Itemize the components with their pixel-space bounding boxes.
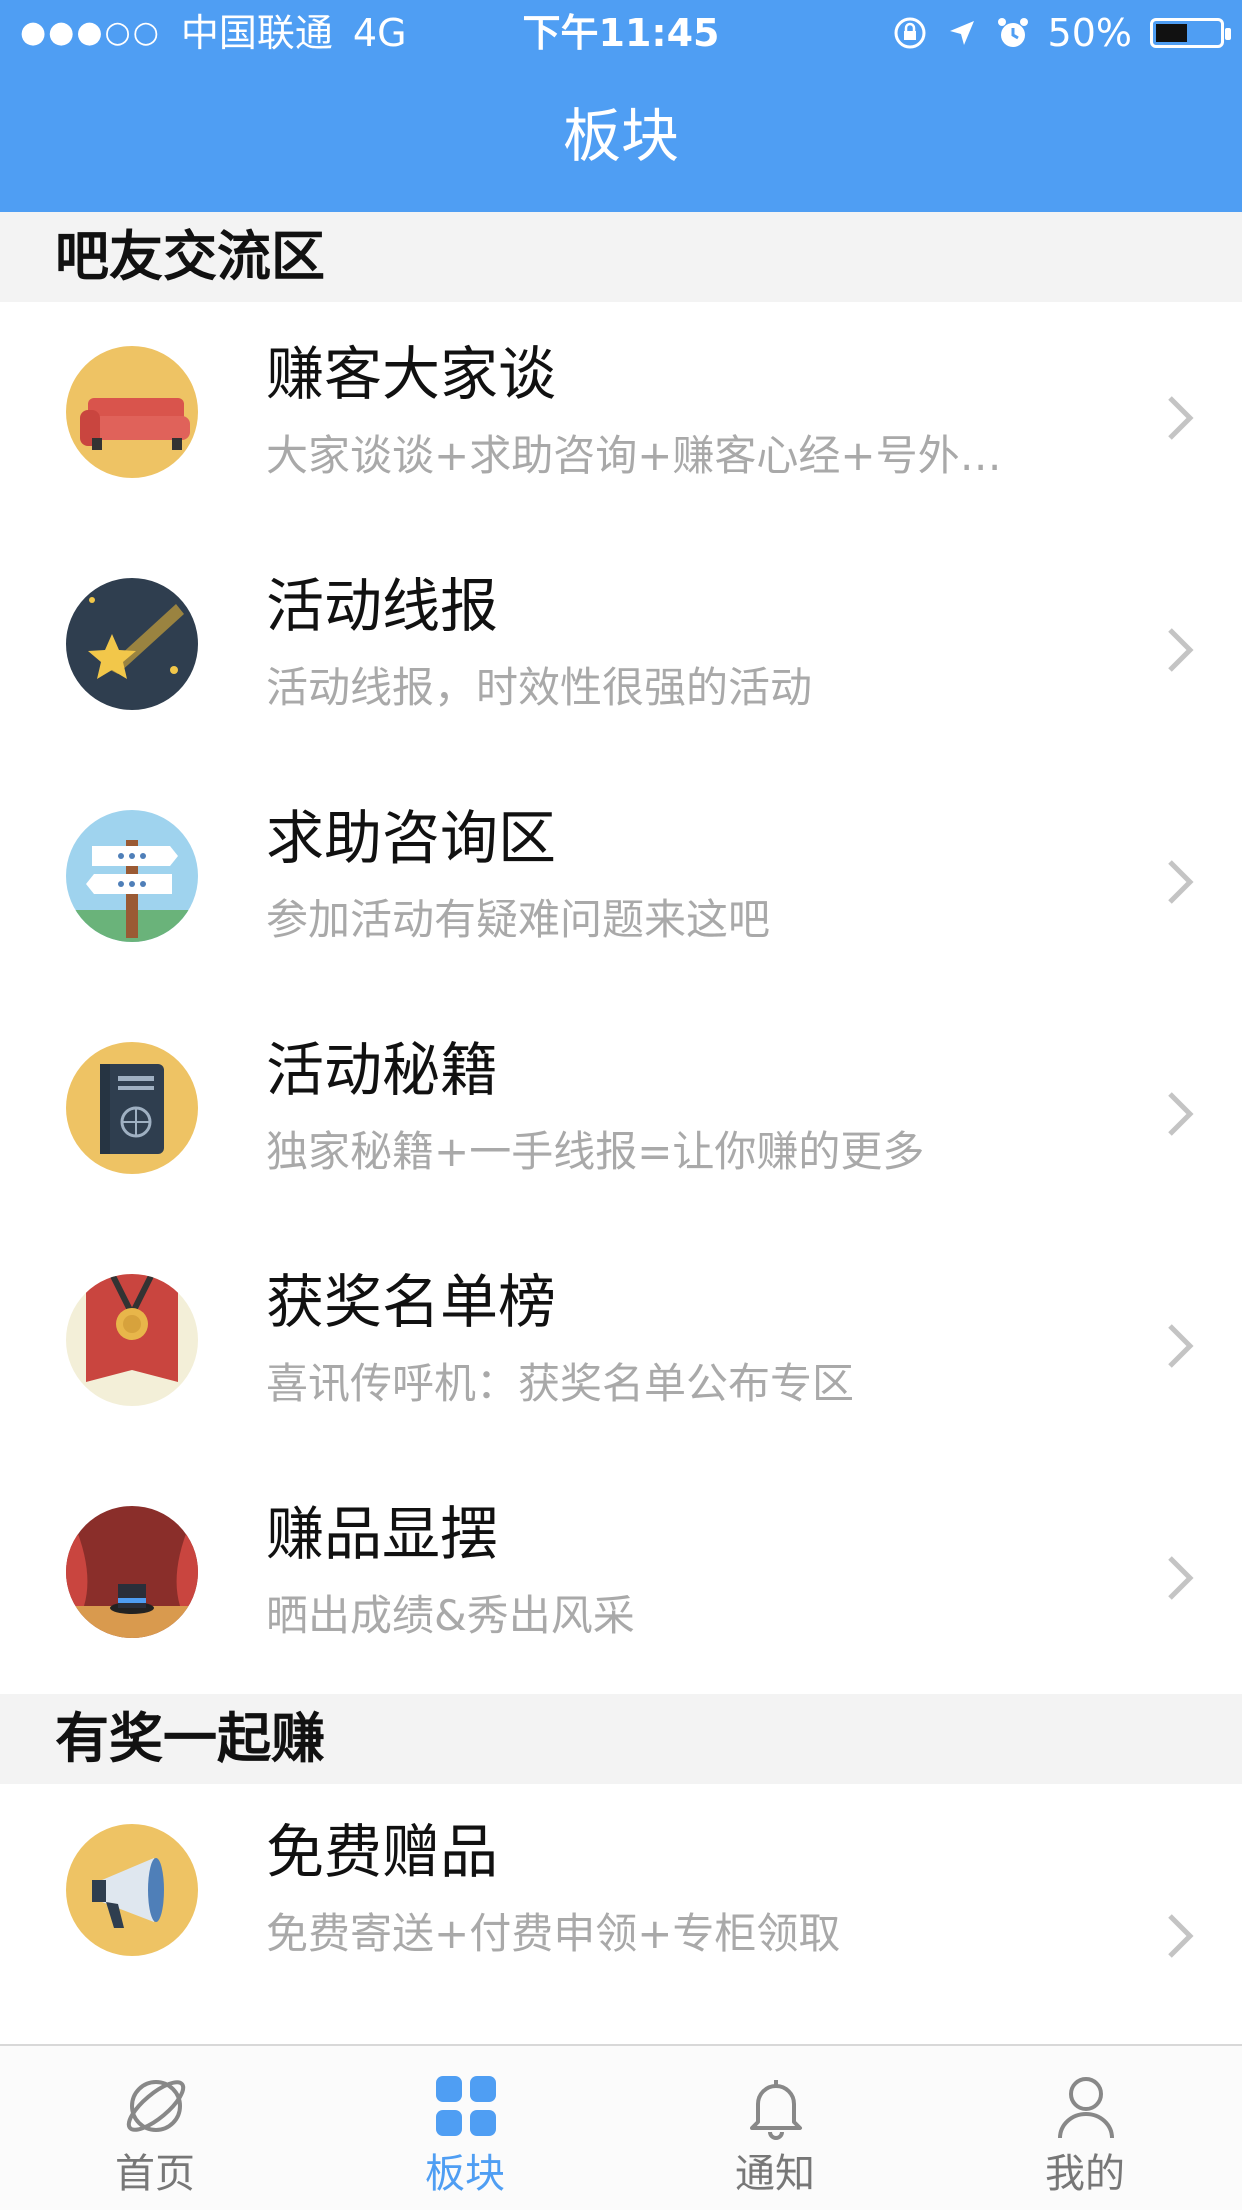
forum-desc: 晒出成绩&秀出风采 [266,1591,635,1640]
chevron-right-icon [1168,628,1194,672]
tab-label: 首页 [115,2151,195,2197]
section-header: 吧友交流区 [0,212,1242,302]
forum-row-winners[interactable]: 获奖名单榜 喜讯传呼机：获奖名单公布专区 [0,1230,1242,1462]
bell-icon [750,2080,802,2140]
forum-name: 赚客大家谈 [266,340,557,408]
forum-desc: 大家谈谈+求助咨询+赚客心经+号外… [266,431,1002,480]
forum-row-activity-news[interactable]: 活动线报 活动线报，时效性很强的活动 [0,534,1242,766]
forum-row-help[interactable]: 求助咨询区 参加活动有疑难问题来这吧 [0,766,1242,998]
forum-desc: 免费寄送+付费申领+专柜领取 [266,1909,841,1958]
forum-row-zuanke-talk[interactable]: 赚客大家谈 大家谈谈+求助咨询+赚客心经+号外… [0,302,1242,534]
forum-row-free-gifts[interactable]: 免费赠品 免费寄送+付费申领+专柜领取 [0,1784,1242,2036]
section-header: 有奖一起赚 [0,1694,1242,1784]
tab-label: 我的 [1045,2151,1125,2197]
rotation-lock-icon [894,17,926,49]
forum-desc: 活动线报，时效性很强的活动 [266,663,813,712]
status-bar: ●●●○○ 中国联通 4G 下午11:45 50% [0,0,1242,66]
location-arrow-icon [949,21,974,45]
tab-notifications[interactable]: 通知 [620,2046,930,2210]
chevron-right-icon [1168,1556,1194,1600]
forum-name: 活动线报 [266,572,499,640]
grid-icon [436,2076,496,2136]
stage-hat-icon [66,1506,198,1638]
tab-boards[interactable]: 板块 [310,2046,620,2210]
forum-name: 求助咨询区 [266,804,557,872]
medal-icon [66,1274,198,1406]
chevron-right-icon [1168,396,1194,440]
section-title: 吧友交流区 [55,225,325,288]
forum-name: 赚品显摆 [266,1500,499,1568]
tab-bar: 首页 板块 通知 我的 [0,2044,1242,2210]
sofa-icon [66,346,198,478]
alarm-clock-icon [997,18,1028,47]
forum-row-showoff[interactable]: 赚品显摆 晒出成绩&秀出风采 [0,1462,1242,1694]
page-title: 板块 [562,102,679,170]
tab-me[interactable]: 我的 [930,2046,1240,2210]
signpost-icon [66,810,198,942]
forum-row-secrets[interactable]: 活动秘籍 独家秘籍+一手线报=让你赚的更多 [0,998,1242,1230]
planet-icon [126,2080,186,2132]
shooting-star-icon [66,578,198,710]
section-title: 有奖一起赚 [55,1707,325,1770]
battery-icon [1150,18,1231,48]
tab-label: 通知 [735,2151,815,2197]
tab-home[interactable]: 首页 [0,2046,310,2210]
battery-percent: 50% [1047,11,1132,55]
passport-book-icon [66,1042,198,1174]
nav-header: ●●●○○ 中国联通 4G 下午11:45 50% 板块 [0,0,1242,212]
tab-label: 板块 [425,2151,505,2197]
forum-desc: 独家秘籍+一手线报=让你赚的更多 [266,1127,925,1176]
forum-name: 获奖名单榜 [266,1268,557,1336]
forum-name: 活动秘籍 [266,1036,499,1104]
megaphone-icon [66,1824,198,1956]
person-icon [1058,2077,1114,2139]
forum-name: 免费赠品 [266,1818,499,1886]
chevron-right-icon [1168,1092,1194,1136]
chevron-right-icon [1168,1914,1194,1958]
chevron-right-icon [1168,1324,1194,1368]
forum-desc: 参加活动有疑难问题来这吧 [266,895,771,944]
chevron-right-icon [1168,860,1194,904]
forum-desc: 喜讯传呼机：获奖名单公布专区 [266,1359,855,1408]
